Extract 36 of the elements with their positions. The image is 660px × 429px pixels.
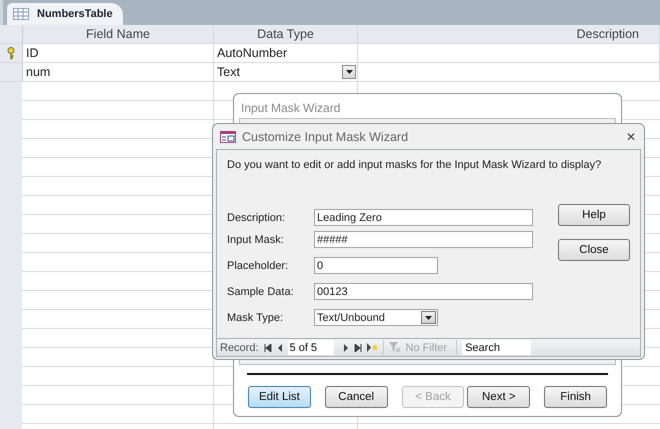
field-label: Input Mask:: [227, 234, 285, 246]
close-button[interactable]: ✕: [626, 130, 636, 144]
document-tab[interactable]: NumbersTable: [7, 3, 123, 25]
wizard-button[interactable]: Cancel: [324, 386, 388, 408]
dialog-title: Input Mask Wizard: [240, 100, 342, 117]
form-icon: [220, 130, 236, 142]
field-label: Mask Type:: [227, 312, 284, 324]
row-selector[interactable]: [0, 44, 23, 62]
dialog-button[interactable]: Help: [558, 204, 630, 226]
table-cell: AutoNumber: [217, 46, 288, 60]
column-header: Field Name: [23, 25, 214, 43]
input-field[interactable]: Leading Zero: [314, 209, 533, 226]
caret-icon: [425, 316, 432, 320]
table-cell: num: [23, 63, 214, 81]
key-icon: [7, 46, 15, 60]
table-icon: [13, 8, 29, 20]
wizard-button[interactable]: Edit List: [248, 386, 311, 408]
table-cell: ID: [23, 44, 214, 62]
dropdown-button[interactable]: [342, 65, 356, 79]
wizard-button[interactable]: Finish: [544, 386, 607, 408]
field-label: Placeholder:: [227, 260, 290, 272]
field-label: Sample Data:: [227, 286, 295, 298]
dialog-title: Customize Input Mask Wizard: [242, 130, 410, 144]
dropdown-field[interactable]: Text/Unbound: [314, 309, 438, 326]
tab-title: NumbersTable: [37, 8, 113, 20]
field-label: Description:: [227, 212, 286, 224]
input-field[interactable]: #####: [314, 231, 533, 248]
column-header: Description: [358, 25, 660, 43]
input-field[interactable]: 00123: [314, 283, 533, 300]
input-field[interactable]: 0: [314, 257, 438, 274]
column-header: Data Type: [214, 25, 358, 43]
dialog-button[interactable]: Close: [558, 239, 630, 261]
question-text: Do you want to edit or add input masks for the Input Mask Wizard to display?: [227, 159, 602, 171]
table-cell: Text: [217, 65, 240, 79]
caret-icon: [346, 70, 352, 74]
wizard-button[interactable]: Next >: [467, 386, 530, 408]
